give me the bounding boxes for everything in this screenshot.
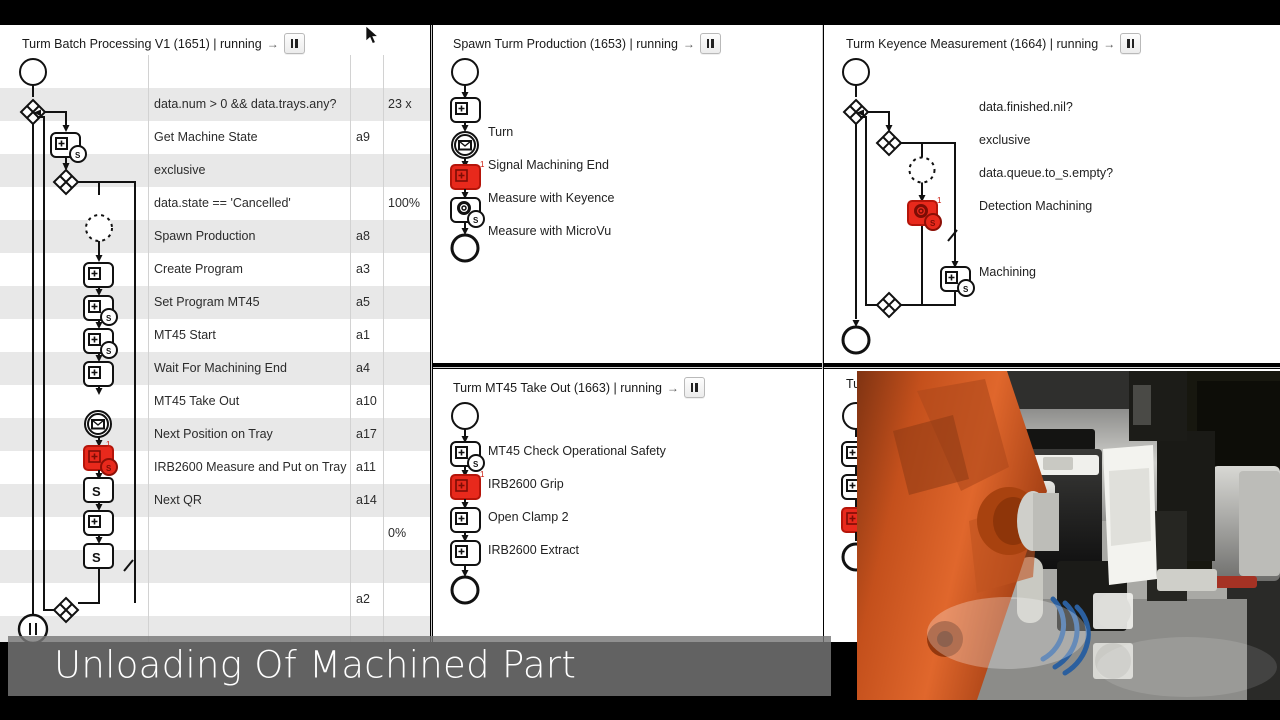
panel-title-text: Turm Keyence Measurement (1664) | runnin… xyxy=(846,36,1099,51)
arrow-icon: → xyxy=(1103,36,1116,51)
table-cell-code: a4 xyxy=(356,361,370,375)
svg-text:S: S xyxy=(106,347,112,356)
svg-text:S: S xyxy=(106,464,112,473)
svg-text:S: S xyxy=(473,216,479,225)
table-cell-code: a10 xyxy=(356,394,377,408)
flow-label[interactable]: Detection Machining xyxy=(979,199,1092,213)
svg-text:S: S xyxy=(92,550,101,565)
table-cell-name: Next QR xyxy=(154,493,202,507)
pause-icon xyxy=(290,39,298,48)
table-cell-name: Create Program xyxy=(154,262,243,276)
table-divider-3 xyxy=(383,55,384,642)
panel-title-text: Turm Batch Processing V1 (1651) | runnin… xyxy=(22,36,262,51)
svg-text:S: S xyxy=(473,460,479,469)
step-label[interactable]: Open Clamp 2 xyxy=(488,510,569,524)
flow-label[interactable]: exclusive xyxy=(979,133,1030,147)
panel-title-keyence: Turm Keyence Measurement (1664) | runnin… xyxy=(846,33,1142,54)
table-cell-code: a3 xyxy=(356,262,370,276)
table-cell-name: Get Machine State xyxy=(154,130,258,144)
svg-text:1: 1 xyxy=(937,196,942,205)
pause-icon xyxy=(706,39,715,48)
svg-text:S: S xyxy=(75,151,81,160)
step-label[interactable]: Measure with MicroVu xyxy=(488,224,611,238)
table-cell-code: a9 xyxy=(356,130,370,144)
flow-label[interactable]: data.finished.nil? xyxy=(979,100,1073,114)
process-table-batch: data.num > 0 && data.trays.any? 23 x Get M… xyxy=(0,55,430,642)
panel-separator-vertical-1 xyxy=(431,25,432,642)
step-label[interactable]: IRB2600 Extract xyxy=(488,543,579,557)
panel-turm-keyence-measurement: Turm Keyence Measurement (1664) | runnin… xyxy=(824,25,1280,363)
panel-separator-horizontal-2 xyxy=(824,367,1280,368)
table-cell-progress: 100% xyxy=(388,196,420,210)
table-cell-code: a1 xyxy=(356,328,370,342)
svg-text:S: S xyxy=(106,314,112,323)
arrow-icon: → xyxy=(266,36,279,51)
table-cell-code: a14 xyxy=(356,493,377,507)
table-cell-progress: 23 x xyxy=(388,97,412,111)
table-cell-code: a17 xyxy=(356,427,377,441)
svg-text:S: S xyxy=(963,285,969,294)
svg-text:S: S xyxy=(930,219,936,228)
table-cell-progress: 0% xyxy=(388,526,407,540)
table-cell-code: a8 xyxy=(356,229,370,243)
table-cell-name: Spawn Production xyxy=(154,229,256,243)
table-cell-code: a2 xyxy=(356,592,370,606)
panel-title-batch: Turm Batch Processing V1 (1651) | runnin… xyxy=(22,33,305,54)
step-label[interactable]: MT45 Check Operational Safety xyxy=(488,444,666,458)
table-cell-name: data.state == 'Cancelled' xyxy=(154,196,291,210)
panel-separator-horizontal-1 xyxy=(433,367,823,368)
flow-label[interactable]: data.queue.to_s.empty? xyxy=(979,166,1113,180)
video-frame xyxy=(857,371,1280,700)
pause-button[interactable] xyxy=(283,33,305,54)
pause-button[interactable] xyxy=(699,33,721,54)
panel-turm-batch-processing: Turm Batch Processing V1 (1651) | runnin… xyxy=(0,25,430,642)
panel-title-takeout: Turm MT45 Take Out (1663) | running → xyxy=(453,377,705,398)
table-cell-code: a5 xyxy=(356,295,370,309)
active-task-mt45-take-out: 1 xyxy=(83,440,118,476)
pause-icon xyxy=(1127,39,1135,48)
caption-text: Unloading Of Machined Part xyxy=(54,643,577,687)
arrow-icon: → xyxy=(682,36,695,51)
table-cell-name: MT45 Start xyxy=(154,328,216,342)
table-cell-name: Next Position on Tray xyxy=(154,427,273,441)
pause-icon xyxy=(690,383,699,392)
table-cell-name: exclusive xyxy=(154,163,206,177)
active-task-irb2600-grip: 1 xyxy=(450,470,485,500)
active-task-detection-machining: 1 S xyxy=(907,196,942,231)
table-cell-name: data.num > 0 && data.trays.any? xyxy=(154,97,337,111)
svg-text:1: 1 xyxy=(480,470,485,479)
panel-title-text: Spawn Turm Production (1653) | running xyxy=(453,36,678,51)
pause-button[interactable] xyxy=(1120,33,1142,54)
panel-title-spawn: Spawn Turm Production (1653) | running → xyxy=(453,33,721,54)
svg-text:S: S xyxy=(92,484,101,499)
mouse-cursor xyxy=(366,26,379,44)
step-label[interactable]: Turn xyxy=(488,125,513,139)
screen-root: Turm Batch Processing V1 (1651) | runnin… xyxy=(0,0,1280,720)
panel-turm-mt45-take-out: Turm MT45 Take Out (1663) | running → S … xyxy=(433,369,823,642)
svg-text:1: 1 xyxy=(480,160,485,169)
caption-bar: Unloading Of Machined Part xyxy=(8,636,831,696)
flow-label[interactable]: Machining xyxy=(979,265,1036,279)
table-cell-code: a11 xyxy=(356,460,376,474)
pause-button[interactable] xyxy=(683,377,705,398)
table-cell-name: Wait For Machining End xyxy=(154,361,287,375)
table-cell-name: MT45 Take Out xyxy=(154,394,240,408)
svg-text:1: 1 xyxy=(106,440,111,449)
active-task-measure-keyence: 1 xyxy=(450,160,485,190)
step-label[interactable]: Measure with Keyence xyxy=(488,191,614,205)
arrow-icon: → xyxy=(666,380,679,395)
bpmn-diagram-batch: 1 S S S S S S xyxy=(17,58,136,642)
table-cell-name: Set Program MT45 xyxy=(154,295,260,309)
table-divider-2 xyxy=(350,55,351,642)
step-label[interactable]: Signal Machining End xyxy=(488,158,609,172)
step-label[interactable]: IRB2600 Grip xyxy=(488,477,564,491)
panel-title-text: Turm MT45 Take Out (1663) | running xyxy=(453,380,662,395)
machine-camera-video[interactable] xyxy=(857,371,1280,700)
bpmn-diagram-spawn: 1 S xyxy=(450,58,485,263)
panel-spawn-turm-production: Spawn Turm Production (1653) | running → xyxy=(433,25,823,363)
table-cell-name: IRB2600 Measure and Put on Tray xyxy=(154,460,347,474)
